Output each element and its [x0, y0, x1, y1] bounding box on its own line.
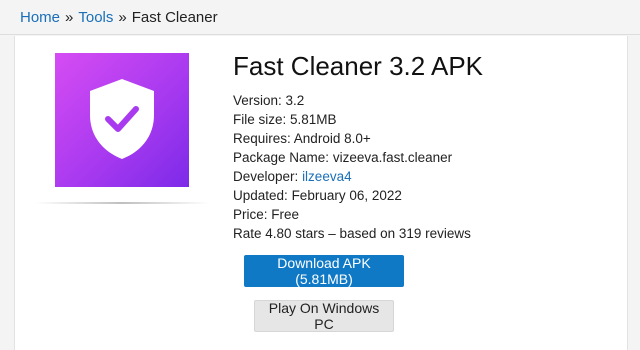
- breadcrumb-current: Fast Cleaner: [131, 9, 218, 26]
- breadcrumb: Home» Tools» Fast Cleaner: [0, 0, 640, 35]
- requires-value: Android 8.0+: [293, 131, 371, 146]
- filesize-value: 5.81MB: [290, 112, 337, 127]
- app-title: Fast Cleaner 3.2 APK: [233, 51, 484, 81]
- play-on-pc-button[interactable]: Play On Windows PC: [254, 300, 394, 332]
- info-rating: Rate 4.80 stars – based on 319 reviews: [233, 226, 471, 241]
- updated-value: February 06, 2022: [291, 188, 402, 203]
- app-info-list: Version: 3.2 File size: 5.81MB Requires:…: [233, 91, 471, 243]
- info-package: Package Name: vizeeva.fast.cleaner: [233, 150, 453, 165]
- icon-shadow-divider: [35, 202, 209, 204]
- info-filesize: File size: 5.81MB: [233, 112, 337, 127]
- breadcrumb-separator: »: [65, 9, 74, 26]
- download-apk-button[interactable]: Download APK (5.81MB): [244, 255, 404, 287]
- package-value: vizeeva.fast.cleaner: [332, 150, 453, 165]
- breadcrumb-tools-link[interactable]: Tools: [78, 9, 113, 26]
- info-updated: Updated: February 06, 2022: [233, 188, 402, 203]
- version-value: 3.2: [285, 93, 305, 108]
- shield-check-icon: [90, 79, 154, 159]
- breadcrumb-separator: »: [118, 9, 127, 26]
- breadcrumb-home-link[interactable]: Home: [20, 9, 60, 26]
- info-developer: Developer: ilzeeva4: [233, 169, 352, 184]
- info-price: Price: Free: [233, 207, 300, 222]
- price-value: Free: [271, 207, 300, 222]
- info-requires: Requires: Android 8.0+: [233, 131, 371, 146]
- app-icon: [55, 53, 189, 187]
- app-card: Fast Cleaner 3.2 APK Version: 3.2 File s…: [14, 36, 628, 350]
- developer-link[interactable]: ilzeeva4: [302, 169, 352, 184]
- info-version: Version: 3.2: [233, 93, 305, 108]
